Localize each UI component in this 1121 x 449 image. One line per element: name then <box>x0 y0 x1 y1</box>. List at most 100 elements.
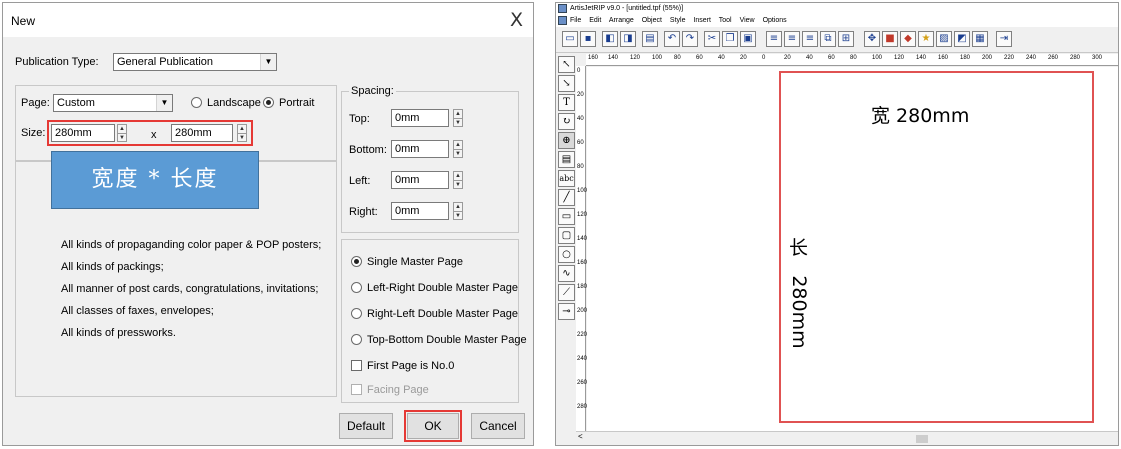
node-arrow-icon[interactable]: ↘ <box>558 75 575 92</box>
menu-tool[interactable]: Tool <box>719 17 732 24</box>
zoom-icon[interactable]: ⊕ <box>558 132 575 149</box>
app-title: ArtisJetRIP v9.0 - [untitled.tpf (55%)] <box>570 5 684 12</box>
rotate-icon[interactable]: ↻ <box>558 113 575 130</box>
rounded-rectangle-icon[interactable]: ▢ <box>558 227 575 244</box>
chevron-down-icon[interactable]: ▼ <box>260 54 276 70</box>
select-arrow-icon[interactable]: ↖ <box>558 56 575 73</box>
dialog-title-bar: New X <box>3 3 533 37</box>
horizontal-scrollbar[interactable]: < <box>576 431 1118 445</box>
spin-down-icon[interactable]: ▼ <box>454 180 462 188</box>
color-icon[interactable]: ■ <box>882 31 898 47</box>
ruler-tick: 100 <box>577 188 588 194</box>
spacing-bottom-spinner[interactable]: ▲ ▼ <box>453 140 463 158</box>
cut-icon[interactable]: ✂ <box>704 31 720 47</box>
output-icon[interactable]: ⇥ <box>996 31 1012 47</box>
image-icon[interactable]: ▨ <box>936 31 952 47</box>
drawing-canvas[interactable]: 宽 280mm 长 280mm <box>587 67 1118 431</box>
redo-icon[interactable]: ↷ <box>682 31 698 47</box>
menu-object[interactable]: Object <box>642 17 662 24</box>
ungroup-icon[interactable]: ⊞ <box>838 31 854 47</box>
page-size-select[interactable]: Custom ▼ <box>53 94 173 112</box>
spin-down-icon[interactable]: ▼ <box>454 118 462 126</box>
spin-up-icon[interactable]: ▲ <box>454 110 462 118</box>
ruler-tick: 120 <box>630 55 641 61</box>
spacing-top-input[interactable]: 0mm <box>391 109 449 127</box>
landscape-radio[interactable] <box>191 97 202 108</box>
rip-icon[interactable]: ◩ <box>954 31 970 47</box>
menu-file[interactable]: File <box>570 17 581 24</box>
scroll-thumb[interactable] <box>916 435 928 443</box>
cancel-button[interactable]: Cancel <box>471 413 525 439</box>
group-icon[interactable]: ⧉ <box>820 31 836 47</box>
chevron-down-icon[interactable]: ▼ <box>156 95 172 111</box>
align-center-icon[interactable]: ≡ <box>784 31 800 47</box>
export-icon[interactable]: ◨ <box>620 31 636 47</box>
spacing-left-spinner[interactable]: ▲ ▼ <box>453 171 463 189</box>
spin-down-icon[interactable]: ▼ <box>454 211 462 219</box>
align-right-icon[interactable]: ≡ <box>802 31 818 47</box>
menu-insert[interactable]: Insert <box>693 17 711 24</box>
import-icon[interactable]: ◧ <box>602 31 618 47</box>
print-icon[interactable]: ▤ <box>642 31 658 47</box>
spacing-top-label: Top: <box>349 113 370 125</box>
spin-up-icon[interactable]: ▲ <box>454 172 462 180</box>
paragraph-icon[interactable]: ▤ <box>558 151 575 168</box>
menu-options[interactable]: Options <box>763 17 787 24</box>
move-icon[interactable]: ✥ <box>864 31 880 47</box>
scroll-left-icon[interactable]: < <box>578 432 583 441</box>
default-button[interactable]: Default <box>339 413 393 439</box>
right-left-master-radio[interactable] <box>351 308 362 319</box>
rectangle-icon[interactable]: ▭ <box>558 208 575 225</box>
ruler-tick: 160 <box>577 260 588 266</box>
spin-up-icon[interactable]: ▲ <box>454 203 462 211</box>
spacing-title: Spacing: <box>349 85 396 97</box>
length-annotation-value: 280mm <box>788 275 810 349</box>
close-icon[interactable]: X <box>510 9 523 31</box>
spin-down-icon[interactable]: ▼ <box>454 149 462 157</box>
copy-icon[interactable]: ❐ <box>722 31 738 47</box>
spacing-left-input[interactable]: 0mm <box>391 171 449 189</box>
ruler-tick: 0 <box>577 68 581 74</box>
single-master-radio[interactable] <box>351 256 362 267</box>
ruler-tick: 0 <box>762 55 766 61</box>
menu-edit[interactable]: Edit <box>589 17 601 24</box>
left-right-master-label: Left-Right Double Master Page <box>367 282 519 294</box>
open-icon[interactable]: ▭ <box>562 31 578 47</box>
spacing-bottom-input[interactable]: 0mm <box>391 140 449 158</box>
new-dialog: New X Publication Type: General Publicat… <box>2 2 534 446</box>
first-page-checkbox[interactable] <box>351 360 362 371</box>
measure-icon[interactable]: ⊸ <box>558 303 575 320</box>
polyline-icon[interactable]: ⟋ <box>558 284 575 301</box>
text-tool-icon[interactable]: T <box>558 94 575 111</box>
publication-type-label: Publication Type: <box>15 56 99 68</box>
curve-icon[interactable]: ∿ <box>558 265 575 282</box>
ellipse-icon[interactable]: ○ <box>558 246 575 263</box>
left-right-master-radio[interactable] <box>351 282 362 293</box>
spin-up-icon[interactable]: ▲ <box>454 141 462 149</box>
menu-view[interactable]: View <box>740 17 755 24</box>
publication-type-select[interactable]: General Publication ▼ <box>113 53 277 71</box>
spacing-right-input[interactable]: 0mm <box>391 202 449 220</box>
text-frame-icon[interactable]: ▦ <box>972 31 988 47</box>
menu-arrange[interactable]: Arrange <box>609 17 634 24</box>
star-icon[interactable]: ★ <box>918 31 934 47</box>
align-left-icon[interactable]: ≡ <box>766 31 782 47</box>
spacing-top-spinner[interactable]: ▲ ▼ <box>453 109 463 127</box>
width-annotation: 宽 280mm <box>871 105 970 127</box>
portrait-radio[interactable] <box>263 97 274 108</box>
text-abc-icon[interactable]: abc <box>558 170 575 187</box>
size-highlight <box>47 120 253 146</box>
spacing-right-spinner[interactable]: ▲ ▼ <box>453 202 463 220</box>
save-icon[interactable]: ▪ <box>580 31 596 47</box>
undo-icon[interactable]: ↶ <box>664 31 680 47</box>
facing-page-checkbox[interactable] <box>351 384 362 395</box>
ruler-tick: 120 <box>577 212 588 218</box>
ruler-tick: 200 <box>982 55 993 61</box>
top-bottom-master-radio[interactable] <box>351 334 362 345</box>
line-icon[interactable]: ╱ <box>558 189 575 206</box>
fill-icon[interactable]: ◆ <box>900 31 916 47</box>
menu-style[interactable]: Style <box>670 17 686 24</box>
paste-icon[interactable]: ▣ <box>740 31 756 47</box>
spacing-left-label: Left: <box>349 175 371 187</box>
app-title-bar: ArtisJetRIP v9.0 - [untitled.tpf (55%)] <box>556 3 1118 15</box>
